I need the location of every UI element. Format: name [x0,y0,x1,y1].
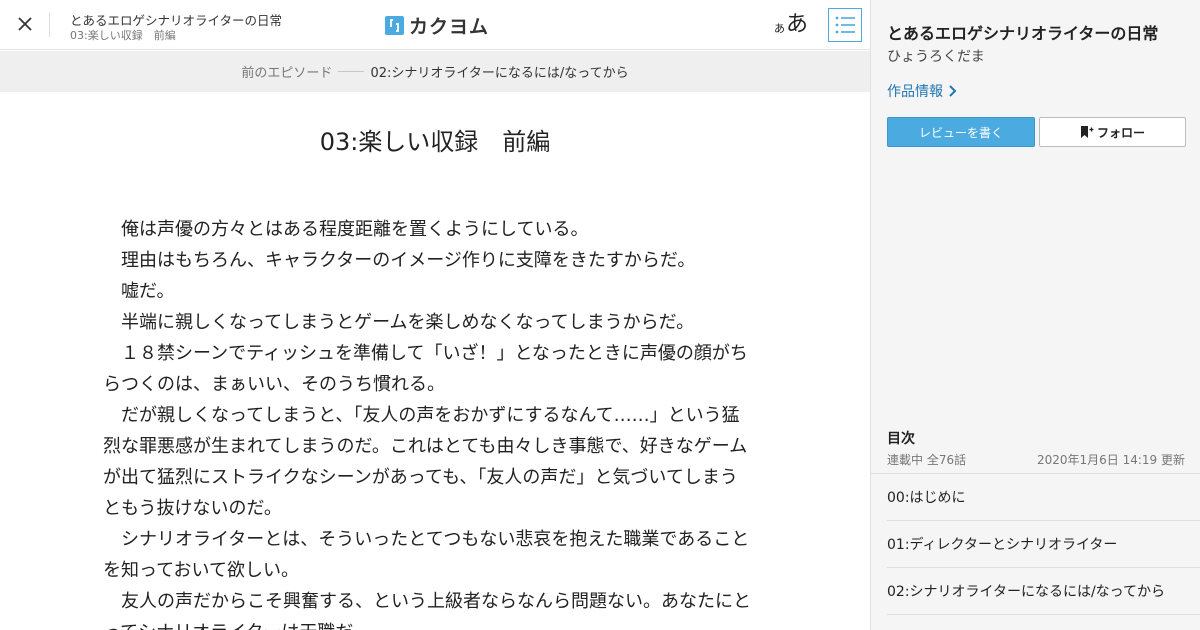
font-size-large-glyph: あ [786,12,809,37]
write-review-label: レビューを書く [918,125,1003,140]
close-icon [18,17,32,31]
body-line: 理由はもちろん、キャラクターのイメージ作りに支障をきたすからだ。 [103,250,696,271]
body-line: 友人の声だからこそ興奮する、という上級者ならなんら問題ない。あなたにと [103,591,751,612]
bookmark-plus-icon [1080,126,1094,138]
toc-heading: 目次 [887,431,915,447]
body-line: が出て猛烈にストライクなシーンがあっても、「友人の声だ」と気づいてしまう [103,467,738,488]
logo-text: カクヨム [409,15,490,38]
sidebar-panel: とあるエロゲシナリオライターの日常 ひょうろくだま 作品情報 レビューを書く フ… [870,0,1200,630]
follow-label: フォロー [1096,125,1145,140]
chevron-right-icon [949,85,957,97]
toc-toggle-button[interactable] [828,8,862,42]
body-line: だが親しくなってしまうと、「友人の声をおかずにするなんて……」という猛 [103,405,740,426]
body-line: シナリオライターとは、そういったとてつもない悲哀を抱えた職業であること [103,529,750,550]
body-line: らつくのは、まぁいい、そのうち慣れる。 [103,374,445,395]
body-line: １８禁シーンでティッシュを準備して「いざ！」となったときに声優の顔がち [103,343,748,364]
toc-item[interactable]: 02:シナリオライターになるには/なってから [887,568,1200,615]
toc-status: 連載中 全76話 [887,453,967,467]
toc-updated-date: 2020年1月6日 14:19 更新 [1036,453,1185,467]
previous-episode-link[interactable]: 02:シナリオライターになるには/なってから [370,62,628,81]
body-line: 俺は声優の方々とはある程度距離を置くようにしている。 [103,219,589,240]
font-size-button[interactable]: あ あ [774,8,808,40]
follow-button[interactable]: フォロー [1039,117,1186,147]
previous-episode-bar[interactable]: 前のエピソード 02:シナリオライターになるには/なってから [0,51,870,92]
write-review-button[interactable]: レビューを書く [887,117,1035,147]
kakuyomu-logo-icon [385,15,404,35]
font-size-small-glyph: あ [774,22,785,35]
toc-item[interactable]: 01:ディレクターとシナリオライター [887,521,1200,568]
work-info-label: 作品情報 [887,84,943,100]
header-episode-title: 03:楽しい収録 前編 [70,29,176,42]
episode-body: 俺は声優の方々とはある程度距離を置くようにしている。 理由はもちろん、キャラクタ… [103,214,763,630]
body-line: ともう抜けないのだ。 [103,498,282,519]
body-line: 半端に親しくなってしまうとゲームを楽しめなくなってしまうからだ。 [103,312,695,333]
work-info-link[interactable]: 作品情報 [887,81,958,101]
body-line: ってシナリオライターは天職だ。 [103,617,763,630]
reader-header: とあるエロゲシナリオライターの日常 03:楽しい収録 前編 カクヨム あ あ [0,0,870,50]
toc-list: 00:はじめに 01:ディレクターとシナリオライター 02:シナリオライターにな… [871,473,1200,615]
toc-list-icon [835,16,855,34]
previous-episode-divider [338,71,365,72]
close-button[interactable] [10,9,40,39]
body-line: 烈な罪悪感が生まれてしまうのだ。これはとても由々しき事態で、好きなゲーム [103,436,748,457]
body-line: 嘘だ。 [103,281,175,302]
sidebar-work-title[interactable]: とあるエロゲシナリオライターの日常 [887,20,1158,44]
kakuyomu-logo[interactable]: カクヨム [385,13,490,38]
previous-episode-label: 前のエピソード [241,66,333,81]
episode-title: 03:楽しい収録 前編 [319,128,551,156]
body-line: を知っておいて欲しい。 [103,560,300,581]
toc-item[interactable]: 00:はじめに [887,474,1200,521]
author-name[interactable]: ひょうろくだま [887,46,985,66]
reader-main: とあるエロゲシナリオライターの日常 03:楽しい収録 前編 カクヨム あ あ 前… [0,0,870,630]
header-divider [49,13,50,37]
